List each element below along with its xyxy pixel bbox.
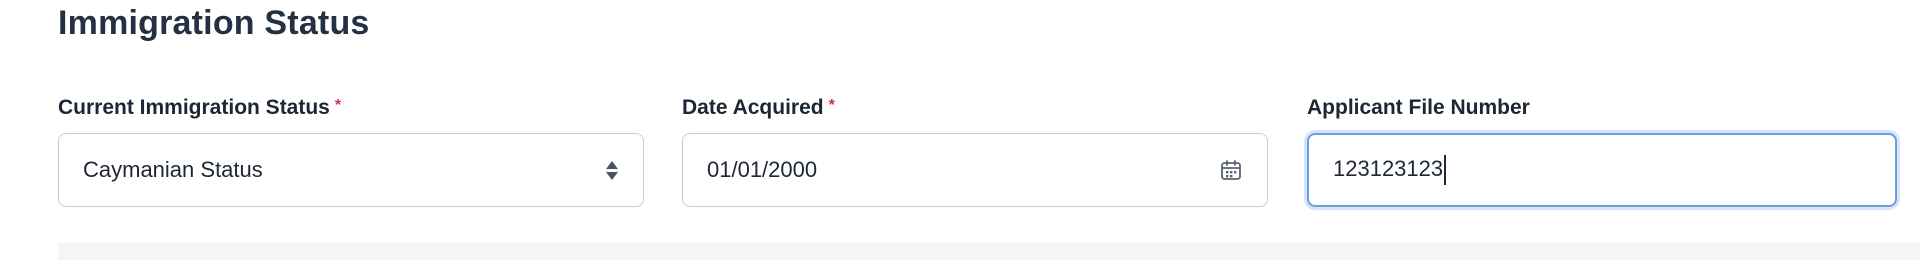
section-title: Immigration Status (58, 4, 370, 42)
date-acquired-field: Date Acquired * 01/01/2000 (682, 95, 1268, 207)
applicant-file-number-value-wrap: 123123123 (1333, 155, 1871, 185)
required-asterisk: * (828, 97, 835, 114)
applicant-file-number-value: 123123123 (1333, 155, 1444, 181)
chevron-down-icon (606, 171, 618, 180)
calendar-icon[interactable] (1219, 158, 1243, 182)
applicant-file-number-field: Applicant File Number 123123123 (1307, 95, 1897, 207)
applicant-file-number-input[interactable]: 123123123 (1307, 133, 1897, 207)
immigration-status-label: Current Immigration Status * (58, 95, 644, 121)
date-acquired-label: Date Acquired * (682, 95, 1268, 121)
immigration-status-value: Caymanian Status (83, 157, 263, 182)
select-arrows-icon (605, 159, 619, 181)
text-cursor (1444, 155, 1447, 185)
next-section-divider (58, 243, 1920, 260)
immigration-status-section: Immigration Status Current Immigration S… (0, 0, 1920, 260)
applicant-file-number-label: Applicant File Number (1307, 96, 1530, 119)
date-acquired-value: 01/01/2000 (707, 157, 818, 182)
date-acquired-input[interactable]: 01/01/2000 (682, 133, 1268, 207)
immigration-status-select[interactable]: Caymanian Status (58, 133, 644, 207)
required-asterisk: * (334, 97, 342, 114)
immigration-status-field: Current Immigration Status * Caymanian St… (58, 95, 644, 207)
chevron-up-icon (606, 160, 618, 169)
date-acquired-label-text: Date Acquired (682, 96, 824, 119)
immigration-status-label-text: Current Immigration Status (58, 96, 330, 119)
